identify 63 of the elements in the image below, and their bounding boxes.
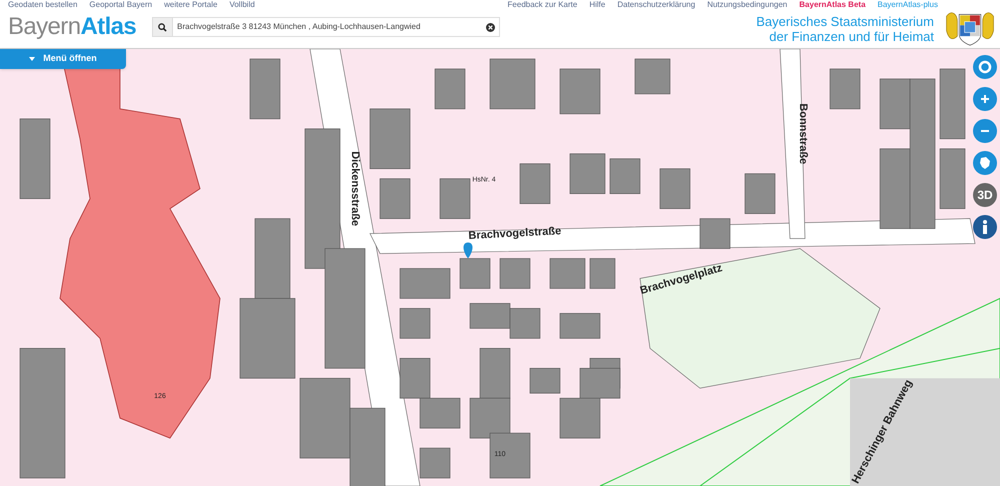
minus-icon [981, 130, 989, 132]
building [380, 178, 410, 219]
ministry-name: Bayerisches Staatsministerium [756, 14, 934, 29]
top-link[interactable]: Geoportal Bayern [89, 0, 152, 9]
search-icon [158, 22, 168, 32]
building [940, 148, 966, 209]
top-link[interactable]: BayernAtlas-plus [878, 0, 938, 9]
building [370, 108, 410, 170]
building [480, 348, 510, 398]
street-label: Dickensstraße [349, 151, 361, 226]
top-link[interactable]: Feedback zur Karte [508, 0, 578, 9]
bayernatlas-logo[interactable]: BayernAtlas [8, 15, 136, 39]
search-input[interactable]: Brachvogelstraße 3 81243 München , Aubing-Lochhausen-Langwied [173, 21, 486, 33]
building [250, 58, 280, 120]
building [660, 168, 690, 209]
building [700, 218, 730, 249]
building [434, 68, 466, 110]
building [420, 398, 460, 428]
top-link[interactable]: Vollbild [229, 0, 255, 9]
menu-open-button[interactable]: Menü öffnen [0, 49, 126, 69]
building [400, 358, 430, 398]
building [570, 153, 606, 194]
building [400, 308, 430, 339]
top-link[interactable]: weitere Portale [164, 0, 218, 9]
building [560, 313, 600, 339]
building [610, 158, 640, 194]
building [500, 258, 530, 289]
building [830, 68, 860, 110]
plus-icon [981, 95, 989, 103]
top-link[interactable]: Geodaten bestellen [8, 0, 78, 9]
building [634, 58, 670, 94]
building [580, 368, 620, 398]
building [550, 258, 586, 289]
building [940, 68, 966, 140]
caret-icon [29, 57, 36, 61]
building [490, 432, 530, 478]
building [490, 58, 536, 110]
building [400, 268, 450, 299]
building [470, 398, 510, 438]
street-label: Bonnstraße [797, 103, 809, 164]
building [510, 308, 540, 339]
region-outline-icon [978, 156, 992, 170]
building [520, 163, 550, 204]
building [744, 173, 776, 214]
top-link[interactable]: Datenschutzerklärung [617, 0, 696, 9]
building [530, 368, 560, 394]
building [460, 258, 490, 289]
top-link[interactable]: Nutzungsbedingungen [707, 0, 788, 9]
clear-icon[interactable] [486, 22, 496, 32]
top-link[interactable]: BayernAtlas Beta [799, 0, 866, 9]
building [440, 178, 470, 219]
target-icon [978, 60, 992, 74]
street-label: Brachvogelstraße [468, 225, 562, 242]
building [590, 258, 616, 289]
location-pin-icon [464, 242, 472, 259]
info-icon [982, 220, 988, 234]
ministry-name: der Finanzen und für Heimat [769, 29, 934, 44]
building [470, 303, 510, 329]
building [560, 68, 600, 114]
search-field[interactable]: Brachvogelstraße 3 81243 München , Aubing-Lochhausen-Langwied [152, 17, 500, 37]
building [560, 398, 600, 438]
top-link[interactable]: Hilfe [589, 0, 606, 9]
building [420, 448, 450, 478]
